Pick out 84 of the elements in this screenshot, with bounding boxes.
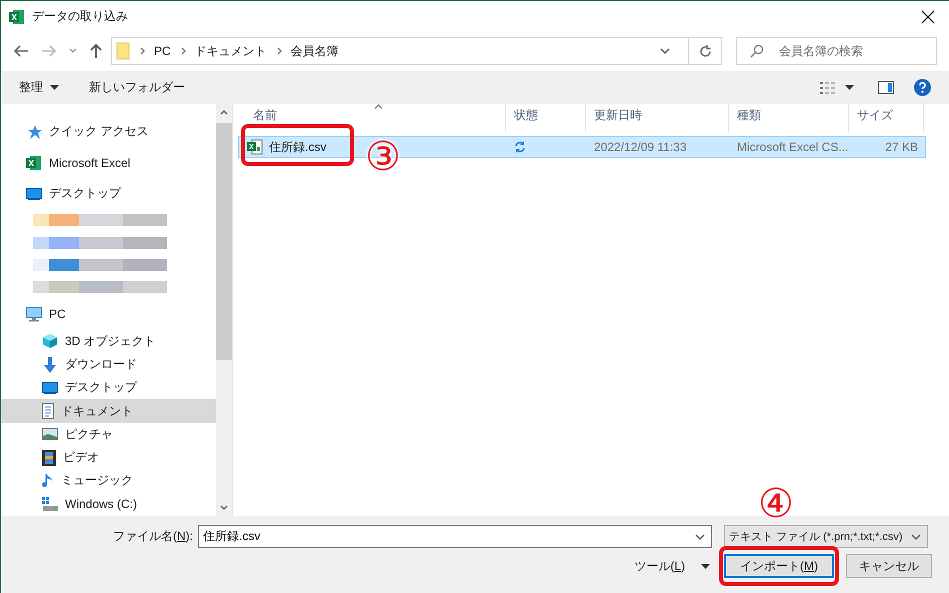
address-bar[interactable]: PC ドキュメント 会員名簿 [111, 37, 722, 65]
sidebar-item[interactable]: 3D オブジェクト [1, 330, 216, 353]
sidebar-label: Microsoft Excel [49, 156, 130, 170]
excel-icon [26, 154, 42, 171]
chevron-icon [276, 47, 283, 55]
caret-icon[interactable] [845, 85, 854, 90]
filename-field[interactable]: 住所録.csv [198, 525, 712, 548]
excel-file-icon [247, 139, 263, 155]
tools-button[interactable]: ツール(L) [634, 558, 685, 574]
preview-pane-icon[interactable] [878, 81, 894, 94]
sidebar-label: デスクトップ [65, 379, 137, 396]
search-icon [750, 44, 764, 58]
sidebar-label: ミュージック [61, 472, 133, 490]
sidebar-item[interactable]: Microsoft Excel [1, 147, 216, 178]
sidebar-item[interactable]: ビデオ [1, 446, 216, 470]
search-field[interactable]: 会員名簿の検索 [736, 37, 937, 65]
film-icon [42, 450, 56, 466]
scroll-down-icon[interactable] [220, 505, 228, 510]
refresh-icon[interactable] [698, 44, 712, 58]
sidebar-label: 3D オブジェクト [65, 332, 156, 350]
download-icon [42, 356, 58, 372]
chevron-icon[interactable] [69, 48, 77, 54]
breadcrumb-item[interactable]: PC [154, 44, 171, 58]
new-folder-button[interactable]: 新しいフォルダー [81, 79, 185, 96]
close-icon[interactable] [921, 10, 935, 24]
chevron-icon [140, 47, 146, 55]
caret-icon [50, 85, 59, 90]
cube-icon [42, 333, 58, 350]
sidebar-label: ドキュメント [61, 402, 133, 420]
sidebar-label: クイック アクセス [49, 123, 148, 140]
back-icon[interactable] [13, 44, 29, 58]
excel-icon [9, 8, 25, 24]
sidebar-label: ダウンロード [65, 356, 137, 373]
monitor-icon [26, 188, 42, 200]
file-type-dropdown[interactable]: テキスト ファイル (*.prn;*.txt;*.csv) [724, 525, 928, 548]
dropdown-icon[interactable] [660, 48, 670, 54]
sidebar-label: ビデオ [63, 449, 99, 466]
folder-icon [116, 42, 130, 60]
up-arrow-icon[interactable] [89, 43, 103, 59]
modified-date: 2022/12/09 11:33 [593, 140, 688, 154]
star-icon [26, 124, 42, 140]
sidebar-item[interactable]: ピクチャ [1, 422, 216, 446]
breadcrumb-item[interactable]: ドキュメント [194, 42, 267, 60]
sidebar-item[interactable]: Windows (C:) [1, 492, 216, 516]
column-header[interactable]: 種類 [729, 104, 849, 132]
cancel-button[interactable]: キャンセル [846, 554, 932, 578]
dropdown-icon[interactable] [695, 534, 705, 540]
column-header[interactable]: サイズ [849, 104, 924, 132]
window-title: データの取り込み [32, 8, 128, 25]
sidebar-item[interactable]: デスクトップ [1, 376, 216, 400]
sidebar-item[interactable]: ドキュメント [1, 399, 216, 423]
column-header[interactable]: 名前 [238, 104, 506, 132]
view-list-icon[interactable] [820, 80, 836, 94]
drive-icon [42, 497, 58, 512]
column-header[interactable]: 状態 [506, 104, 586, 132]
column-header[interactable]: 更新日時 [586, 104, 729, 132]
file-size: 27 KB [884, 140, 919, 154]
sidebar-label: ピクチャ [65, 426, 113, 443]
sidebar-item[interactable]: クイック アクセス [1, 116, 216, 148]
file-name: 住所録.csv [269, 138, 326, 156]
sidebar-label: PC [49, 307, 66, 322]
caret-icon[interactable] [701, 564, 710, 568]
sort-icon [374, 104, 383, 109]
filename-label: ファイル名(N): [112, 528, 194, 545]
sidebar-item[interactable]: PC [1, 298, 216, 330]
step-number: ④ [758, 484, 794, 524]
organize-button[interactable]: 整理 [11, 79, 43, 96]
sidebar-item[interactable]: ダウンロード [1, 352, 216, 376]
sidebar-label: Windows (C:) [65, 497, 138, 512]
computer-icon [26, 306, 42, 322]
sidebar-label: デスクトップ [49, 185, 121, 202]
picture-icon [42, 428, 58, 440]
chevron-icon [180, 47, 187, 55]
breadcrumb-item[interactable]: 会員名簿 [290, 42, 339, 60]
sidebar-item[interactable]: ミュージック [1, 469, 216, 493]
sidebar-item[interactable]: デスクトップ [1, 178, 216, 210]
music-note-icon [42, 472, 54, 489]
help-icon[interactable] [914, 79, 931, 96]
import-button[interactable]: インポート(M) [724, 554, 834, 578]
dropdown-icon [911, 534, 921, 540]
file-type: Microsoft Excel CS... [736, 140, 849, 154]
document-icon [42, 403, 54, 420]
monitor-icon [42, 382, 58, 394]
scroll-up-icon[interactable] [220, 110, 228, 115]
